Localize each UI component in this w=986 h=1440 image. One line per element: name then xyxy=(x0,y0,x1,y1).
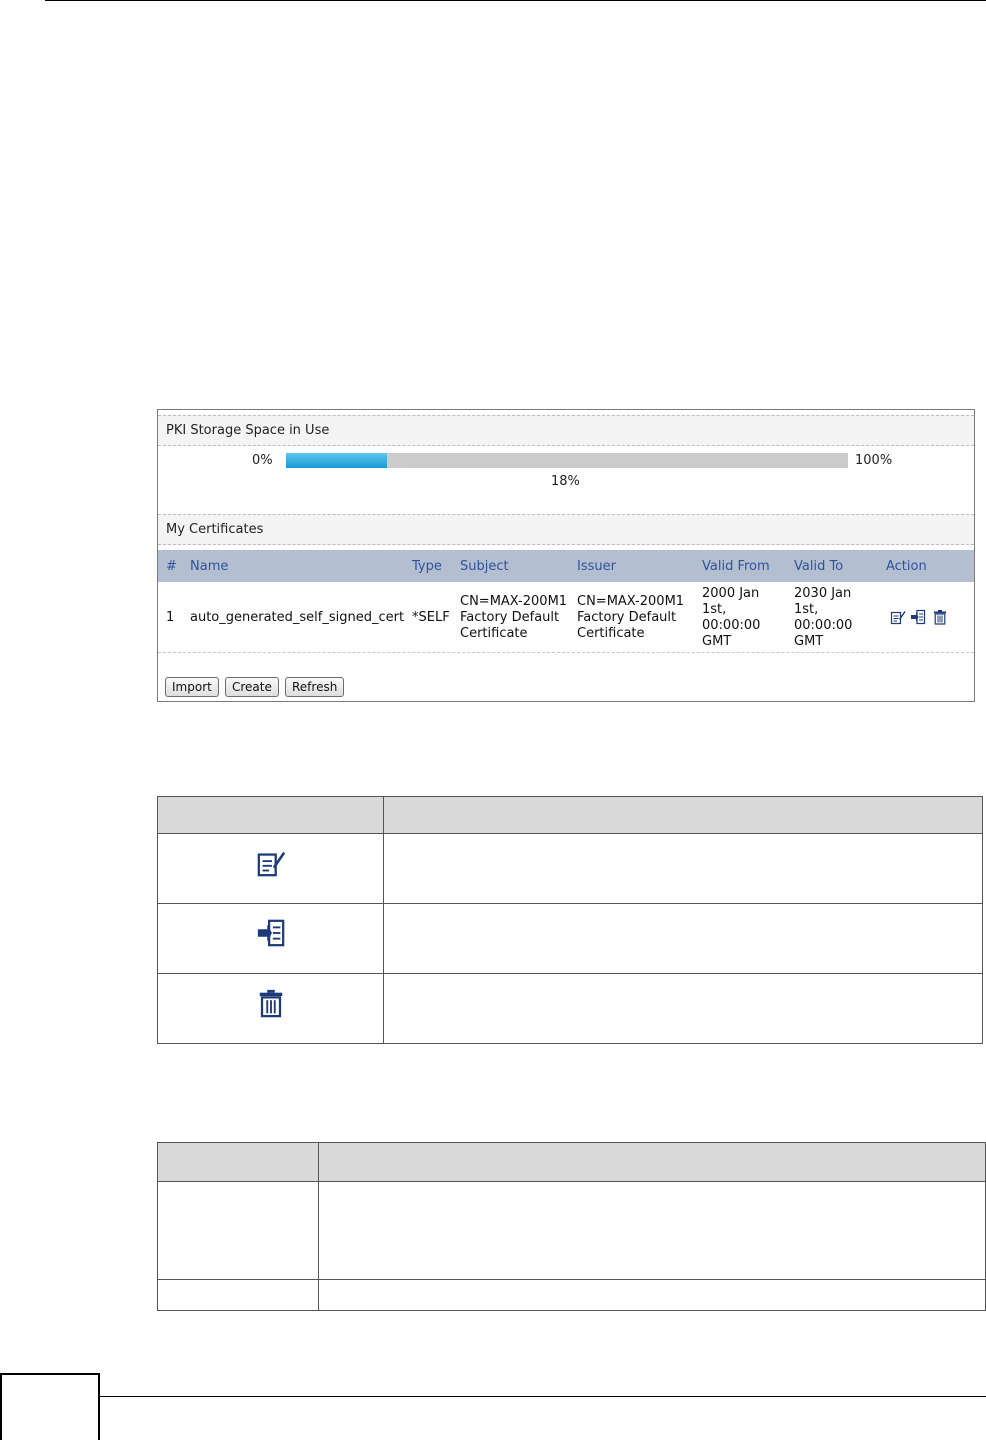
certificates-section-header: My Certificates xyxy=(158,514,974,545)
delete-icon[interactable] xyxy=(932,609,948,625)
delete-icon xyxy=(259,989,282,1018)
cert-name: auto_generated_self_signed_cert xyxy=(190,610,405,625)
progress-min-label: 0% xyxy=(252,453,273,468)
export-icon[interactable] xyxy=(910,609,926,625)
table-row[interactable]: 1 auto_generated_self_signed_cert *SELF … xyxy=(158,582,974,653)
icon-cell xyxy=(157,833,384,904)
cert-subject-line: Factory Default xyxy=(460,610,560,625)
column-header-type[interactable]: Type xyxy=(412,559,442,574)
edit-icon[interactable] xyxy=(890,609,906,625)
cert-subject-line: CN=MAX-200M1 xyxy=(460,594,568,609)
description-cell xyxy=(383,833,983,904)
header-cell xyxy=(157,796,384,834)
field-description-table xyxy=(157,1142,986,1311)
storage-progress-fill xyxy=(286,453,388,468)
field-cell xyxy=(157,1279,319,1311)
footer-rule xyxy=(100,1396,986,1397)
refresh-button[interactable]: Refresh xyxy=(285,677,345,697)
table-row xyxy=(157,1181,986,1280)
description-cell xyxy=(383,973,983,1044)
cert-issuer: CN=MAX-200M1 Factory Default Certificate xyxy=(577,594,684,642)
cert-valid-from-line: GMT xyxy=(702,634,732,649)
cert-issuer-line: Certificate xyxy=(577,626,645,641)
header-cell xyxy=(157,1142,319,1182)
cert-valid-from: 2000 Jan 1st, 00:00:00 GMT xyxy=(702,586,760,650)
import-button[interactable]: Import xyxy=(165,677,219,697)
cert-valid-from-line: 2000 Jan xyxy=(702,586,760,601)
table-row xyxy=(157,903,983,974)
cert-valid-to-line: 1st, xyxy=(794,602,819,617)
icon-cell xyxy=(157,903,384,974)
page-number-box xyxy=(0,1373,100,1440)
cert-valid-to-line: 00:00:00 xyxy=(794,618,853,633)
header-rule xyxy=(45,0,986,1)
progress-used-label: 18% xyxy=(551,474,580,489)
progress-max-label: 100% xyxy=(855,453,893,468)
table-row xyxy=(157,833,983,904)
table-header-row xyxy=(157,1142,986,1182)
storage-section-title: PKI Storage Space in Use xyxy=(166,423,330,438)
cert-subject: CN=MAX-200M1 Factory Default Certificate xyxy=(460,594,567,642)
certificates-section-title: My Certificates xyxy=(166,522,264,537)
description-cell xyxy=(318,1181,986,1280)
header-cell xyxy=(383,796,983,834)
cert-valid-to-line: 2030 Jan xyxy=(794,586,852,601)
table-row xyxy=(157,1279,986,1311)
icon-cell xyxy=(157,973,384,1044)
storage-progress-bar xyxy=(286,453,848,468)
cert-valid-from-line: 1st, xyxy=(702,602,727,617)
cert-type: *SELF xyxy=(412,610,450,625)
export-icon xyxy=(257,919,284,947)
cert-issuer-line: Factory Default xyxy=(577,610,677,625)
column-header-valid-from[interactable]: Valid From xyxy=(702,559,770,574)
field-cell xyxy=(157,1181,319,1280)
column-header-name[interactable]: Name xyxy=(190,559,228,574)
column-header-action: Action xyxy=(886,559,927,574)
table-row xyxy=(157,973,983,1044)
description-cell xyxy=(318,1279,986,1311)
cert-subject-line: Certificate xyxy=(460,626,528,641)
cert-valid-to-line: GMT xyxy=(794,634,824,649)
cert-issuer-line: CN=MAX-200M1 xyxy=(577,594,685,609)
column-header-subject[interactable]: Subject xyxy=(460,559,509,574)
cert-valid-from-line: 00:00:00 xyxy=(702,618,761,633)
table-header-row xyxy=(157,796,983,834)
column-header-valid-to[interactable]: Valid To xyxy=(794,559,843,574)
column-header-index[interactable]: # xyxy=(166,559,177,574)
pki-certificate-panel: PKI Storage Space in Use 0% 100% 18% My … xyxy=(157,409,975,702)
column-header-issuer[interactable]: Issuer xyxy=(577,559,616,574)
icon-reference-table xyxy=(157,796,983,1044)
storage-section-header: PKI Storage Space in Use xyxy=(158,415,974,446)
header-cell xyxy=(318,1142,986,1182)
edit-icon xyxy=(257,851,285,877)
description-cell xyxy=(383,903,983,974)
cert-index: 1 xyxy=(166,610,175,625)
cert-valid-to: 2030 Jan 1st, 00:00:00 GMT xyxy=(794,586,852,650)
certificates-table-header: # Name Type Subject Issuer Valid From Va… xyxy=(158,550,974,582)
create-button[interactable]: Create xyxy=(225,677,279,697)
